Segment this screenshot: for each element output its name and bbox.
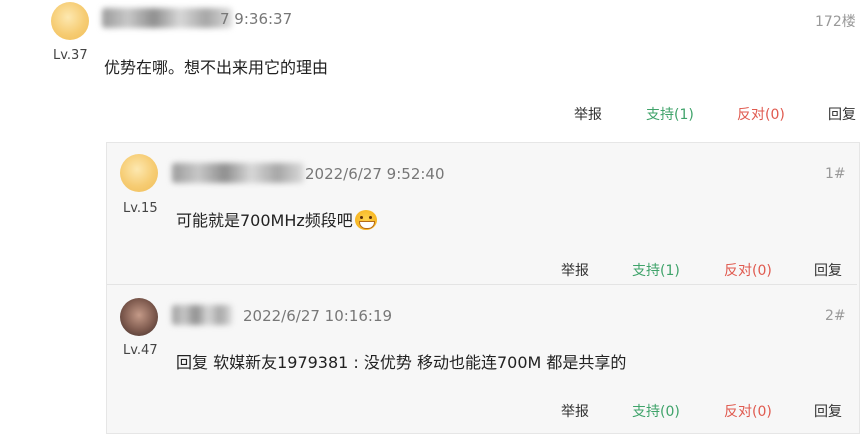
user-level: Lv.15	[123, 201, 158, 216]
user-level: Lv.47	[123, 343, 158, 358]
post-content: 优势在哪。想不出来用它的理由	[104, 58, 329, 77]
report-button[interactable]: 举报	[561, 260, 589, 280]
floor-number: 2#	[825, 308, 846, 324]
reply-button[interactable]: 回复	[814, 401, 842, 421]
username-blurred[interactable]	[172, 163, 304, 183]
report-button[interactable]: 举报	[561, 401, 589, 421]
username-blurred[interactable]	[102, 8, 232, 28]
floor-number: 1#	[825, 166, 846, 182]
reply-time: 2022/6/27 9:52:40	[305, 165, 445, 183]
username-blurred[interactable]	[172, 305, 232, 325]
floor-number: 172楼	[815, 14, 856, 30]
avatar[interactable]	[120, 298, 158, 336]
reply-content: 回复 软媒新友1979381 : 没优势 移动也能连700M 都是共享的	[176, 353, 627, 372]
avatar[interactable]	[120, 154, 158, 192]
laughing-emoji-icon	[354, 210, 377, 230]
report-button[interactable]: 举报	[574, 104, 602, 124]
oppose-button[interactable]: 反对(0)	[724, 401, 772, 421]
reply-time: 2022/6/27 10:16:19	[243, 307, 393, 325]
replies-container	[106, 142, 860, 434]
reply-content: 可能就是700MHz频段吧	[176, 207, 377, 231]
support-button[interactable]: 支持(1)	[632, 260, 680, 280]
reply-text: 可能就是700MHz频段吧	[176, 211, 353, 230]
post-time: 7 9:36:37	[220, 10, 293, 28]
user-level: Lv.37	[53, 48, 88, 63]
support-button[interactable]: 支持(0)	[632, 401, 680, 421]
reply-button[interactable]: 回复	[828, 104, 856, 124]
oppose-button[interactable]: 反对(0)	[724, 260, 772, 280]
reply-button[interactable]: 回复	[814, 260, 842, 280]
support-button[interactable]: 支持(1)	[646, 104, 694, 124]
oppose-button[interactable]: 反对(0)	[737, 104, 785, 124]
divider	[107, 284, 857, 285]
avatar[interactable]	[51, 2, 89, 40]
